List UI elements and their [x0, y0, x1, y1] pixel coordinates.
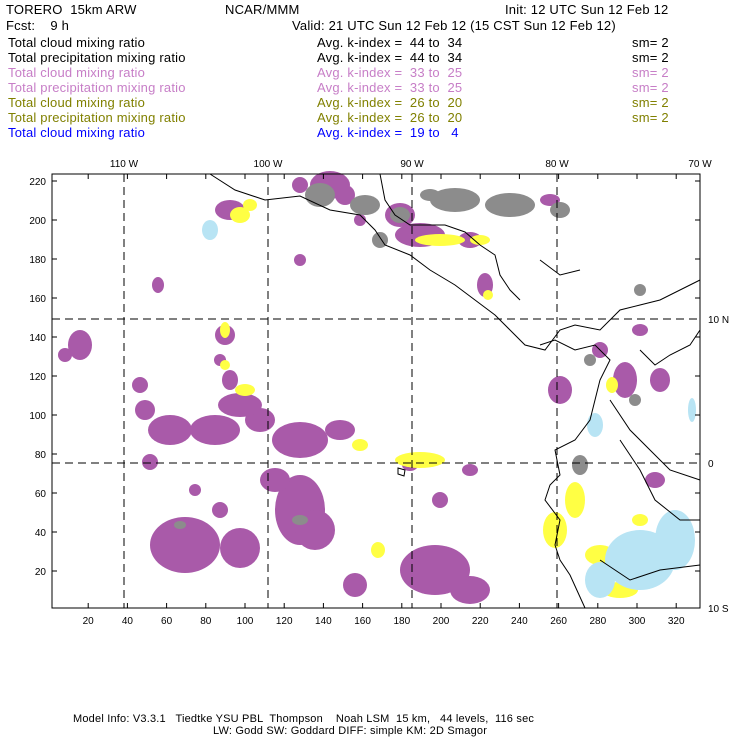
yellow-contour-region	[565, 482, 585, 518]
lightblue-contour-region	[655, 510, 695, 570]
purple-contour-region	[450, 576, 490, 604]
grey-contour-region	[629, 394, 641, 406]
purple-contour-region	[343, 573, 367, 597]
x-tick-label: 140	[315, 616, 332, 627]
purple-contour-region	[218, 393, 262, 417]
x-tick-label: 300	[629, 616, 646, 627]
y-tick-label: 220	[29, 177, 46, 188]
x-tick-label: 120	[276, 616, 293, 627]
x-tick-label: 160	[354, 616, 371, 627]
grey-contour-region	[305, 183, 335, 207]
purple-contour-region	[222, 370, 238, 390]
y-tick-label: 120	[29, 372, 46, 383]
y-tick-label: 40	[35, 528, 47, 539]
longitude-label: 100 W	[254, 159, 283, 170]
yellow-contour-region	[371, 542, 385, 558]
purple-contour-region	[220, 528, 260, 568]
y-tick-label: 180	[29, 255, 46, 266]
x-tick-label: 40	[122, 616, 134, 627]
y-tick-label: 60	[35, 489, 47, 500]
x-tick-label: 280	[589, 616, 606, 627]
x-tick-label: 100	[237, 616, 254, 627]
x-tick-label: 80	[200, 616, 212, 627]
longitude-label: 70 W	[688, 159, 712, 170]
purple-contour-region	[135, 400, 155, 420]
grey-contour-region	[634, 284, 646, 296]
purple-contour-region	[58, 348, 72, 362]
y-tick-label: 100	[29, 411, 46, 422]
yellow-contour-region	[220, 360, 230, 370]
x-tick-label: 240	[511, 616, 528, 627]
y-tick-label: 20	[35, 567, 47, 578]
purple-contour-region	[212, 502, 228, 518]
purple-contour-region	[190, 415, 240, 445]
yellow-contour-region	[606, 377, 618, 393]
grey-contour-region	[584, 354, 596, 366]
purple-contour-region	[148, 415, 192, 445]
purple-contour-region	[189, 484, 201, 496]
yellow-contour-region	[235, 384, 255, 396]
grey-contour-region	[390, 207, 410, 223]
grey-contour-region	[420, 189, 440, 201]
purple-contour-region	[272, 422, 328, 458]
purple-contour-region	[292, 177, 308, 193]
purple-contour-region	[142, 454, 158, 470]
yellow-contour-region	[470, 235, 490, 245]
purple-contour-region	[432, 492, 448, 508]
yellow-contour-region	[395, 452, 445, 468]
y-tick-label: 80	[35, 450, 47, 461]
lightblue-contour-region	[587, 413, 603, 437]
lightblue-contour-region	[688, 398, 696, 422]
grey-contour-region	[292, 515, 308, 525]
yellow-contour-region	[632, 514, 648, 526]
purple-contour-region	[462, 464, 478, 476]
y-tick-label: 160	[29, 294, 46, 305]
lightblue-contour-region	[202, 220, 218, 240]
x-tick-label: 220	[472, 616, 489, 627]
yellow-contour-region	[483, 290, 493, 300]
coastline	[539, 259, 581, 276]
coastline	[639, 329, 701, 366]
x-tick-label: 320	[668, 616, 685, 627]
purple-contour-region	[650, 368, 670, 392]
latitude-label: 10 N	[708, 315, 729, 326]
yellow-contour-region	[220, 322, 230, 338]
longitude-label: 80 W	[545, 159, 569, 170]
coastline	[397, 467, 406, 477]
latitude-label: 10 S	[708, 604, 729, 615]
x-tick-label: 200	[433, 616, 450, 627]
purple-contour-region	[548, 376, 572, 404]
grey-contour-region	[174, 521, 186, 529]
yellow-contour-region	[352, 439, 368, 451]
latitude-label: 0	[708, 459, 714, 470]
yellow-contour-region	[243, 199, 257, 211]
grey-contour-region	[550, 202, 570, 218]
grey-contour-region	[350, 195, 380, 215]
purple-contour-region	[354, 214, 366, 226]
purple-contour-region	[325, 420, 355, 440]
x-tick-label: 60	[161, 616, 173, 627]
longitude-label: 110 W	[110, 159, 139, 170]
grey-contour-region	[572, 455, 588, 475]
purple-contour-region	[294, 254, 306, 266]
purple-contour-region	[260, 468, 290, 492]
model-info-line2: LW: Godd SW: Goddard DIFF: simple KM: 2D…	[213, 725, 488, 737]
yellow-contour-region	[415, 234, 465, 246]
longitude-label: 90 W	[400, 159, 424, 170]
purple-contour-region	[632, 324, 648, 336]
x-tick-label: 260	[550, 616, 567, 627]
grey-contour-region	[485, 193, 535, 217]
weather-map: 20 40 60 80 100 120 140 160 180 200 220 240 260 280 30…	[29, 159, 729, 627]
purple-contour-region	[132, 377, 148, 393]
y-tick-label: 140	[29, 333, 46, 344]
x-tick-label: 20	[83, 616, 95, 627]
y-tick-label: 200	[29, 216, 46, 227]
coastline	[609, 399, 701, 481]
x-tick-label: 180	[393, 616, 410, 627]
purple-contour-region	[152, 277, 164, 293]
